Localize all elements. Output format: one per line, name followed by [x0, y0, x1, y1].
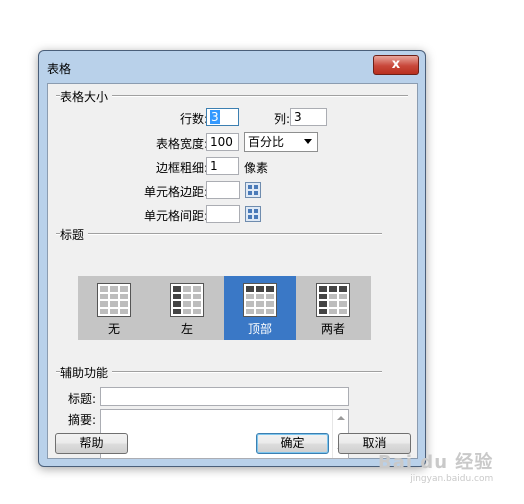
header-option-both[interactable]: 两者	[297, 276, 369, 340]
cols-input[interactable]: 3	[290, 108, 327, 126]
cols-label: 列:	[273, 112, 290, 126]
table-width-input[interactable]: 100	[206, 133, 239, 151]
border-unit: 像素	[244, 161, 269, 175]
ok-button[interactable]: 确定	[256, 433, 329, 454]
table-width-label: 表格宽度:	[155, 137, 208, 151]
rows-input[interactable]: 3	[206, 108, 239, 126]
header-option-label: 无	[107, 322, 120, 336]
table-both-header-icon	[316, 283, 350, 317]
cell-spacing-input[interactable]	[206, 205, 240, 223]
header-option-none[interactable]: 无	[78, 276, 150, 340]
header-option-left[interactable]: 左	[151, 276, 223, 340]
table-top-header-icon	[243, 283, 277, 317]
header-options: 无 左 顶部 两者	[78, 276, 371, 340]
scroll-up-icon[interactable]	[337, 416, 345, 420]
rows-label: 行数:	[179, 112, 208, 126]
header-option-label: 顶部	[247, 322, 272, 336]
dialog-title: 表格	[47, 62, 72, 76]
table-no-header-icon	[97, 283, 131, 317]
width-unit-select[interactable]: 百分比	[244, 132, 318, 152]
cell-spacing-grid-icon[interactable]	[245, 206, 261, 222]
border-label: 边框粗细:	[155, 161, 208, 175]
close-icon: x	[391, 57, 401, 72]
table-dialog: 表格 x 表格大小 行数: 3 列: 3 表格宽度: 100 百分比 边框粗细:…	[38, 50, 426, 467]
table-left-header-icon	[170, 283, 204, 317]
section-divider	[56, 233, 382, 235]
summary-label: 摘要:	[68, 413, 97, 427]
header-option-top[interactable]: 顶部	[224, 276, 296, 340]
caption-label: 标题:	[68, 392, 97, 406]
title-bar[interactable]: 表格 x	[39, 51, 425, 81]
cell-padding-input[interactable]	[206, 181, 240, 199]
help-button[interactable]: 帮助	[55, 433, 128, 454]
close-button[interactable]: x	[373, 55, 419, 75]
width-unit-value: 百分比	[248, 135, 285, 149]
border-input[interactable]: 1	[206, 157, 239, 175]
chevron-down-icon	[304, 139, 312, 144]
watermark-logo: Bai du 经验 jingyan.baidu.com	[378, 452, 494, 484]
caption-input[interactable]	[100, 387, 349, 406]
section-label-accessibility: 辅助功能	[60, 364, 113, 381]
section-label-table-size: 表格大小	[60, 88, 113, 105]
section-label-header: 标题	[60, 226, 89, 243]
header-option-label: 两者	[320, 322, 345, 336]
header-option-label: 左	[180, 322, 193, 336]
cell-padding-grid-icon[interactable]	[245, 182, 261, 198]
dialog-body: 表格大小 行数: 3 列: 3 表格宽度: 100 百分比 边框粗细: 1 像素…	[47, 83, 418, 459]
cell-padding-label: 单元格边距:	[143, 185, 208, 199]
cell-spacing-label: 单元格间距:	[143, 209, 208, 223]
